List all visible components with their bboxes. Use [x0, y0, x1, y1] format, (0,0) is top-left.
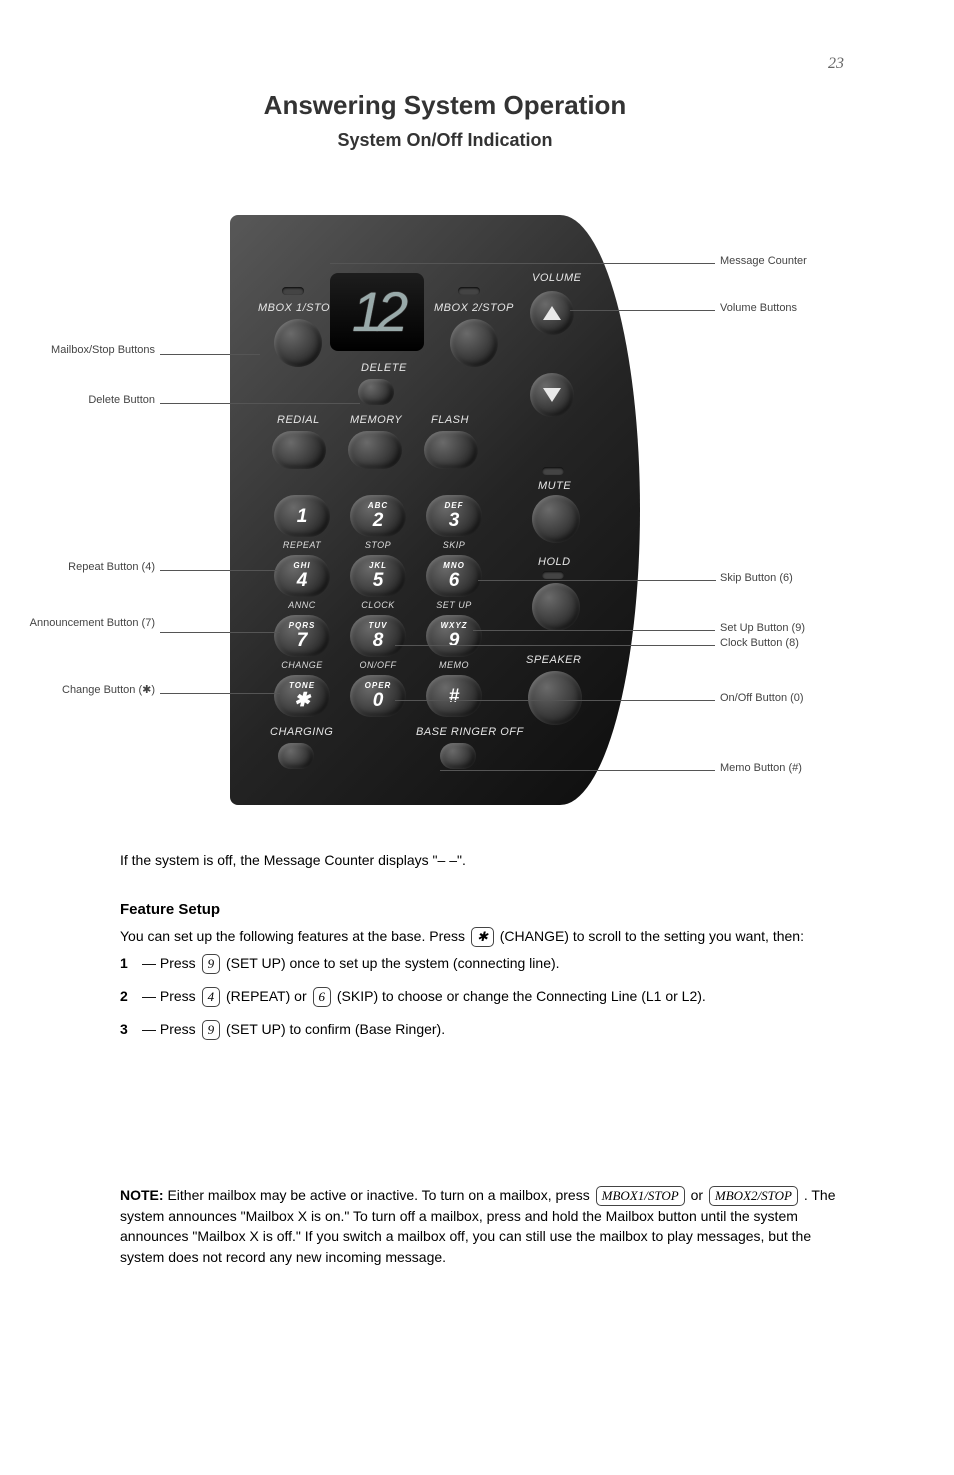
flash-label: FLASH [431, 415, 469, 426]
callout-change: Change Button (✱) [0, 684, 155, 697]
key-mbox1-inline: MBOX1/STOP [596, 1186, 685, 1206]
feature-steps-list: 1 — Press 9 (SET UP) once to set up the … [120, 953, 840, 1041]
key-9b-inline: 9 [202, 1020, 221, 1040]
callout-setup: Set Up Button (9) [720, 622, 920, 635]
step-2: 2 — Press 4 (REPEAT) or 6 (SKIP) to choo… [120, 986, 840, 1007]
mbox1-stop-button [274, 319, 322, 367]
redial-label: REDIAL [277, 415, 320, 426]
delete-label: DELETE [361, 363, 407, 374]
key-6-inline: 6 [313, 987, 332, 1007]
mbox1-label: MBOX 1/STOP [258, 303, 338, 314]
message-counter-display: 12 [330, 273, 424, 351]
callout-annc: Announcement Button (7) [0, 617, 155, 630]
keypad-4: REPEATGHI4 [274, 555, 330, 597]
keypad-8: CLOCKTUV8 [350, 615, 406, 657]
feature-setup-intro: You can set up the following features at… [120, 926, 840, 947]
key-9-inline: 9 [202, 954, 221, 974]
charging-led [278, 743, 314, 769]
key-star-inline: ✱ [471, 927, 494, 947]
memory-label: MEMORY [350, 415, 402, 426]
page-number: 23 [828, 56, 844, 72]
base-ringer-off-label: BASE RINGER OFF [416, 727, 524, 738]
key-mbox2-inline: MBOX2/STOP [709, 1186, 798, 1206]
keypad-6: SKIPMNO6 [426, 555, 482, 597]
keypad-3: DEF3 [426, 495, 482, 537]
keypad-hash: MEMO# [426, 675, 482, 717]
mbox2-label: MBOX 2/STOP [434, 303, 514, 314]
volume-down-button [530, 373, 574, 417]
message-counter-value: 12 [352, 284, 402, 340]
page-title: Answering System Operation [120, 90, 770, 121]
base-ringer-off-led [440, 743, 476, 769]
key-4-inline: 4 [202, 987, 221, 1007]
keypad-9: SET UPWXYZ9 [426, 615, 482, 657]
keypad-2: ABC2 [350, 495, 406, 537]
feature-setup-title: Feature Setup [120, 900, 840, 920]
note-paragraph: NOTE: Either mailbox may be active or in… [120, 1185, 840, 1267]
keypad-5: STOPJKL5 [350, 555, 406, 597]
volume-down-icon [543, 388, 561, 402]
volume-up-icon [543, 306, 561, 320]
phone-base-illustration: MBOX 1/STOP 12 MBOX 2/STOP DELETE REDIAL… [230, 215, 640, 805]
charging-label: CHARGING [270, 727, 333, 738]
keypad-star: CHANGETONE✱ [274, 675, 330, 717]
callout-delete: Delete Button [0, 394, 155, 407]
speaker-button [528, 671, 582, 725]
callout-clock: Clock Button (8) [720, 637, 920, 650]
callout-skip: Skip Button (6) [720, 572, 920, 585]
callout-mbox-stop: Mailbox/Stop Buttons [0, 344, 155, 357]
keypad-1: 1 [274, 495, 330, 537]
callout-volume: Volume Buttons [720, 302, 920, 315]
step-1: 1 — Press 9 (SET UP) once to set up the … [120, 953, 840, 974]
intro-text: If the system is off, the Message Counte… [120, 850, 840, 870]
callout-repeat: Repeat Button (4) [0, 561, 155, 574]
speaker-label: SPEAKER [526, 655, 581, 666]
callout-message-counter: Message Counter [720, 255, 920, 268]
redial-button [272, 431, 326, 469]
keypad-7: ANNCPQRS7 [274, 615, 330, 657]
hold-button [532, 583, 580, 631]
flash-button [424, 431, 478, 469]
mute-button [532, 495, 580, 543]
volume-label: VOLUME [532, 273, 581, 284]
step-3: 3 — Press 9 (SET UP) to confirm (Base Ri… [120, 1019, 840, 1040]
keypad-0: ON/OFFOPER0 [350, 675, 406, 717]
delete-button [358, 379, 394, 405]
memory-button [348, 431, 402, 469]
callout-memo: Memo Button (#) [720, 762, 920, 775]
callout-onoff: On/Off Button (0) [720, 692, 920, 705]
section-subtitle: System On/Off Indication [120, 129, 770, 152]
note-label: NOTE: [120, 1187, 164, 1203]
mute-label: MUTE [538, 481, 571, 492]
mbox2-stop-button [450, 319, 498, 367]
volume-up-button [530, 291, 574, 335]
hold-label: HOLD [538, 557, 571, 568]
